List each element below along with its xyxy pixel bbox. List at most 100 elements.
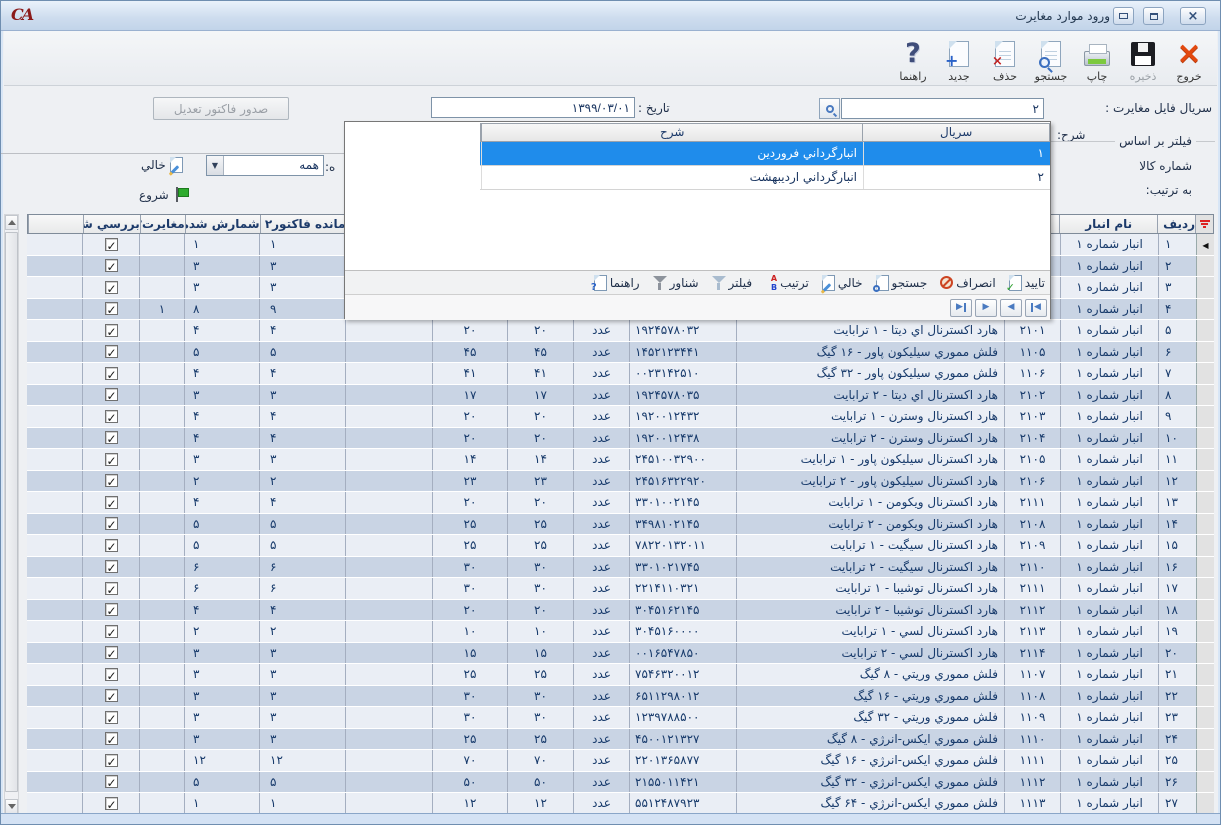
- table-row[interactable]: ◀ ۲۱ انبار شماره ۱ ۱۱۰۷ فلش مموري وريتي …: [27, 664, 1214, 686]
- nav-first-button[interactable]: ◀: [1025, 299, 1047, 317]
- table-row[interactable]: ◀ ۱۰ انبار شماره ۱ ۲۱۰۴ هارد اكسترنال وس…: [27, 428, 1214, 450]
- popup-help-button[interactable]: راهنما ?: [594, 275, 640, 291]
- row-selector-cell[interactable]: ◀: [1196, 772, 1214, 793]
- row-selector-cell[interactable]: ◀: [1196, 643, 1214, 664]
- checked-checkbox[interactable]: [105, 517, 118, 530]
- new-button[interactable]: + جديد: [937, 35, 981, 83]
- popup-empty-button[interactable]: خالي: [822, 275, 863, 291]
- header-shomaresh[interactable]: شمارش شده۲: [185, 215, 260, 233]
- table-row[interactable]: ◀ ۱۸ انبار شماره ۱ ۲۱۱۲ هارد اكسترنال تو…: [27, 600, 1214, 622]
- exit-button[interactable]: × خروج: [1167, 35, 1211, 83]
- chevron-down-icon[interactable]: ▼: [207, 156, 224, 175]
- row-selector-cell[interactable]: ◀: [1196, 449, 1214, 470]
- checked-checkbox[interactable]: [105, 560, 118, 573]
- table-row[interactable]: ◀ ۱۳ انبار شماره ۱ ۲۱۱۱ هارد اكسترنال وي…: [27, 492, 1214, 514]
- checked-checkbox[interactable]: [105, 410, 118, 423]
- row-selector-cell[interactable]: ◀: [1196, 600, 1214, 621]
- search-button[interactable]: جستجو: [1029, 35, 1073, 83]
- checked-checkbox[interactable]: [105, 754, 118, 767]
- row-selector-cell[interactable]: ◀: [1196, 277, 1214, 298]
- save-button[interactable]: ذخيره: [1121, 35, 1165, 83]
- table-row[interactable]: ◀ ۱۶ انبار شماره ۱ ۲۱۱۰ هارد اكسترنال سي…: [27, 557, 1214, 579]
- row-selector-cell[interactable]: ◀: [1196, 686, 1214, 707]
- delete-button[interactable]: × حذف: [983, 35, 1027, 83]
- row-selector-cell[interactable]: ◀: [1196, 729, 1214, 750]
- table-row[interactable]: ◀ ۱۹ انبار شماره ۱ ۲۱۱۳ هارد اكسترنال لس…: [27, 621, 1214, 643]
- popup-sort-button[interactable]: ترتيب AB: [765, 275, 809, 291]
- checked-checkbox[interactable]: [105, 711, 118, 724]
- popup-header-serial[interactable]: سريال: [862, 124, 1049, 141]
- row-selector-cell[interactable]: ◀: [1196, 664, 1214, 685]
- table-row[interactable]: ◀ ۲۲ انبار شماره ۱ ۱۱۰۸ فلش مموري وريتي …: [27, 686, 1214, 708]
- row-selector-cell[interactable]: ◀: [1196, 514, 1214, 535]
- table-row[interactable]: ◀ ۱۲ انبار شماره ۱ ۲۱۰۶ هارد اكسترنال سي…: [27, 471, 1214, 493]
- scroll-down-button[interactable]: [5, 799, 18, 814]
- row-selector-cell[interactable]: ◀: [1196, 471, 1214, 492]
- checked-checkbox[interactable]: [105, 496, 118, 509]
- popup-header-desc[interactable]: شرح: [481, 124, 862, 141]
- table-row[interactable]: ◀ ۲۳ انبار شماره ۱ ۱۱۰۹ فلش مموري وريتي …: [27, 707, 1214, 729]
- header-moghayerat[interactable]: مغايرت۲: [140, 215, 185, 233]
- row-selector-cell[interactable]: ◀: [1196, 320, 1214, 341]
- table-row[interactable]: ◀ ۲۰ انبار شماره ۱ ۲۱۱۴ هارد اكسترنال لس…: [27, 643, 1214, 665]
- empty-filter-button[interactable]: خالي: [141, 157, 183, 173]
- table-row[interactable]: ◀ ۹ انبار شماره ۱ ۲۱۰۳ هارد اكسترنال وست…: [27, 406, 1214, 428]
- checked-checkbox[interactable]: [105, 668, 118, 681]
- checked-checkbox[interactable]: [105, 345, 118, 358]
- popup-cancel-button[interactable]: انصراف: [940, 276, 995, 290]
- row-selector-cell[interactable]: ◀: [1196, 406, 1214, 427]
- row-selector-cell[interactable]: ◀: [1196, 557, 1214, 578]
- checked-checkbox[interactable]: [105, 302, 118, 315]
- checked-checkbox[interactable]: [105, 539, 118, 552]
- range-combobox[interactable]: همه ▼: [206, 155, 324, 176]
- checked-checkbox[interactable]: [105, 453, 118, 466]
- popup-search-button[interactable]: جستجو: [876, 275, 928, 291]
- table-row[interactable]: ◀ ۱۴ انبار شماره ۱ ۲۱۰۸ هارد اكسترنال وي…: [27, 514, 1214, 536]
- checked-checkbox[interactable]: [105, 238, 118, 251]
- popup-row[interactable]: ۱ انبارگرداني فروردين: [480, 142, 1050, 166]
- checked-checkbox[interactable]: [105, 646, 118, 659]
- checked-checkbox[interactable]: [105, 603, 118, 616]
- table-corner-filter[interactable]: [1195, 215, 1213, 233]
- print-button[interactable]: چاپ: [1075, 35, 1119, 83]
- table-row[interactable]: ◀ ۵ انبار شماره ۱ ۲۱۰۱ هارد اكسترنال اي …: [27, 320, 1214, 342]
- vertical-scrollbar[interactable]: [4, 214, 19, 815]
- row-selector-cell[interactable]: ◀: [1196, 621, 1214, 642]
- popup-filter-button[interactable]: فيلتر: [712, 275, 753, 290]
- nav-last-button[interactable]: ▶: [950, 299, 972, 317]
- row-selector-cell[interactable]: ◀: [1196, 707, 1214, 728]
- checked-checkbox[interactable]: [105, 689, 118, 702]
- checked-checkbox[interactable]: [105, 281, 118, 294]
- row-selector-cell[interactable]: ◀: [1196, 750, 1214, 771]
- checked-checkbox[interactable]: [105, 625, 118, 638]
- checked-checkbox[interactable]: [105, 259, 118, 272]
- header-anbar[interactable]: نام انبار: [1059, 215, 1157, 233]
- serial-lookup-button[interactable]: [819, 98, 840, 119]
- table-row[interactable]: ◀ ۲۶ انبار شماره ۱ ۱۱۱۲ فلش مموري ايكس-ا…: [27, 772, 1214, 794]
- header-mande[interactable]: مانده فاكتور۲: [260, 215, 346, 233]
- row-selector-cell[interactable]: ◀: [1196, 793, 1214, 814]
- checked-checkbox[interactable]: [105, 797, 118, 810]
- table-row[interactable]: ◀ ۱۷ انبار شماره ۱ ۲۱۱۱ هارد اكسترنال تو…: [27, 578, 1214, 600]
- checked-checkbox[interactable]: [105, 324, 118, 337]
- checked-checkbox[interactable]: [105, 431, 118, 444]
- start-button[interactable]: شروع: [139, 187, 188, 202]
- table-row[interactable]: ◀ ۶ انبار شماره ۱ ۱۱۰۵ فلش مموري سيليكون…: [27, 342, 1214, 364]
- checked-checkbox[interactable]: [105, 732, 118, 745]
- issue-adjustment-invoice-button[interactable]: صدور فاكتور تعديل: [153, 97, 289, 120]
- checked-checkbox[interactable]: [105, 388, 118, 401]
- table-row[interactable]: ◀ ۲۴ انبار شماره ۱ ۱۱۱۰ فلش مموري ايكس-ا…: [27, 729, 1214, 751]
- serial-input[interactable]: [841, 98, 1044, 119]
- scroll-up-button[interactable]: [5, 215, 18, 230]
- checked-checkbox[interactable]: [105, 582, 118, 595]
- row-selector-cell[interactable]: ◀: [1196, 256, 1214, 277]
- nav-next-button[interactable]: ▶: [975, 299, 997, 317]
- table-row[interactable]: ◀ ۲۷ انبار شماره ۱ ۱۱۱۳ فلش مموري ايكس-ا…: [27, 793, 1214, 815]
- header-radif[interactable]: رديف: [1157, 215, 1195, 233]
- popup-confirm-button[interactable]: تاييد ✓: [1009, 275, 1045, 291]
- scrollbar-thumb[interactable]: [5, 232, 18, 792]
- checked-checkbox[interactable]: [105, 367, 118, 380]
- table-row[interactable]: ◀ ۱۱ انبار شماره ۱ ۲۱۰۵ هارد اكسترنال سي…: [27, 449, 1214, 471]
- table-row[interactable]: ◀ ۲۵ انبار شماره ۱ ۱۱۱۱ فلش مموري ايكس-ا…: [27, 750, 1214, 772]
- nav-prev-button[interactable]: ◀: [1000, 299, 1022, 317]
